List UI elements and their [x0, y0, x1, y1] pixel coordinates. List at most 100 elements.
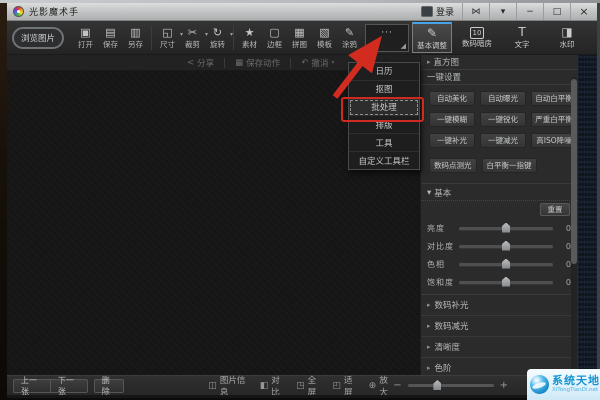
fit-screen-button[interactable]: ◰ 适屏 [332, 374, 357, 398]
edit-square-icon: ✎ [426, 25, 438, 40]
previous-image-button[interactable]: 上一张 [13, 376, 51, 396]
close-icon: × [579, 5, 589, 18]
collapsed-sections: ▸ 数码补光 ▸ 数码减光 ▸ 清晰度 ▸ 色阶 ▸ 曲线 [421, 294, 578, 375]
material-star-icon: ★ [244, 25, 255, 39]
login-button[interactable]: 登录 [413, 3, 462, 20]
section-clarity[interactable]: ▸ 清晰度 [421, 337, 578, 358]
menu-item-customize-toolbar[interactable]: 自定义工具栏 [349, 152, 419, 169]
toolbar-separator [233, 25, 234, 50]
text-t-icon: T [518, 25, 526, 39]
browse-pictures-button[interactable]: 浏览图片 [12, 26, 64, 49]
saturation-slider[interactable] [459, 276, 553, 287]
title-bar: 光影魔术手 登录 ⋈ ▾ − □ × [7, 3, 597, 21]
contrast-slider[interactable] [459, 240, 553, 251]
brightness-value: 0 [565, 223, 571, 233]
slider-thumb[interactable] [502, 258, 510, 269]
zoom-in-button[interactable]: ⊕ 放大 [369, 374, 393, 398]
oneclick-section-header[interactable]: 一键设置 [421, 70, 578, 85]
fullscreen-button[interactable]: ◳ 全屏 [296, 374, 321, 398]
auto-exposure-button[interactable]: 自动曝光 [480, 91, 526, 106]
chevron-down-icon: ▾ [427, 188, 432, 198]
save-icon: ▤ [105, 25, 116, 39]
close-button[interactable]: × [570, 3, 597, 20]
mode-tabs: ✎ 基本调整 10 数码暗房 T 文字 ◨ 水印 [412, 22, 593, 53]
maximize-icon: □ [552, 6, 562, 17]
oneclick-dimlight-button[interactable]: 一键减光 [480, 133, 526, 148]
toolbar-open-button[interactable]: ▣ 打开 [73, 23, 98, 53]
slider-thumb[interactable] [502, 240, 510, 251]
login-label: 登录 [435, 8, 454, 18]
crop-icon: ✂ [187, 25, 198, 39]
next-image-button[interactable]: 下一张 [49, 376, 88, 396]
saturation-label: 饱和度 [427, 277, 454, 287]
app-window: 光影魔术手 登录 ⋈ ▾ − □ × 浏览图片 ▣ 打开 ▤ 保存 ▥ 另存 ◱… [7, 3, 597, 398]
bottom-bar: 上一张 下一张 删除 ◫ 图片信息 ◧ 对比 ◳ 全屏 ◰ 适屏 ⊕ 放大 − … [7, 374, 578, 398]
toolbar-crop-button[interactable]: ✂ 裁剪 ▾ [180, 23, 208, 53]
site-watermark: 系统天地 XiTongTianDi.net [527, 369, 600, 400]
panel-scrollbar[interactable] [571, 77, 577, 373]
avatar [420, 6, 433, 17]
spot-metering-button[interactable]: 数码点测光 [429, 158, 477, 173]
zoom-slider-thumb[interactable] [433, 380, 442, 390]
toolbar-rotate-button[interactable]: ↻ 旋转 ▾ [205, 23, 233, 53]
share-icon: < [187, 57, 195, 68]
scrollbar-thumb[interactable] [571, 79, 577, 264]
tab-watermark[interactable]: ◨ 水印 [547, 22, 587, 53]
menu-dropdown-button[interactable]: ▾ [489, 3, 516, 20]
share-button[interactable]: < 分享 [187, 57, 214, 69]
zoom-slider[interactable] [407, 380, 494, 390]
minimize-button[interactable]: − [516, 3, 543, 20]
screen: 光影魔术手 登录 ⋈ ▾ − □ × 浏览图片 ▣ 打开 ▤ 保存 ▥ 另存 ◱… [0, 0, 600, 400]
oneclick-filllight-button[interactable]: 一键补光 [429, 133, 475, 148]
section-digital-dimlight[interactable]: ▸ 数码减光 [421, 316, 578, 337]
slider-thumb[interactable] [502, 276, 510, 287]
oneclick-blur-button[interactable]: 一键模糊 [429, 112, 475, 127]
toolbar-save-button[interactable]: ▤ 保存 [98, 23, 123, 53]
zoom-out-icon[interactable]: − [393, 380, 401, 391]
window-bottom-edge [7, 395, 597, 398]
saturation-value: 0 [565, 277, 571, 287]
brightness-slider-row: 亮度 0 [421, 219, 578, 237]
tab-text-label: 文字 [514, 40, 530, 49]
auto-beautify-button[interactable]: 自动美化 [429, 91, 475, 106]
watermark-subtitle: XiTongTianDi.net [552, 387, 599, 394]
save-action-button[interactable]: ▦ 保存动作 [235, 57, 280, 69]
menu-item-tools[interactable]: 工具 [349, 134, 419, 153]
basic-label: 基本 [434, 189, 452, 199]
toolbar-collage-button[interactable]: ▦ 拼图 [287, 23, 312, 53]
toolbar-saveas-button[interactable]: ▥ 另存 [123, 23, 148, 53]
watermark-title: 系统天地 [552, 374, 600, 388]
tab-digital-darkroom[interactable]: 10 数码暗房 [457, 22, 497, 53]
whitebalance-onetouch-button[interactable]: 白平衡一指键 [481, 158, 537, 173]
histogram-section-header[interactable]: ▸ 直方图 [421, 55, 578, 70]
frame-label: 边框 [267, 39, 282, 49]
hue-slider[interactable] [459, 258, 553, 269]
corner-triangle-icon: ◢ [400, 41, 406, 50]
toolbar-resize-button[interactable]: ◱ 尺寸 ▾ [155, 23, 183, 53]
collage-label: 拼图 [292, 39, 307, 49]
chevron-right-icon: ▸ [427, 364, 431, 372]
oneclick-sharpen-button[interactable]: 一键锐化 [480, 112, 526, 127]
skin-icon: ⋈ [471, 6, 481, 17]
image-info-button[interactable]: ◫ 图片信息 [208, 374, 248, 398]
toolbar-frame-button[interactable]: ▢ 边框 [262, 23, 287, 53]
reset-button[interactable]: 重置 [540, 203, 570, 216]
brightness-slider[interactable] [459, 222, 553, 233]
zoom-in-icon[interactable]: + [500, 380, 508, 391]
view-tools: ◫ 图片信息 ◧ 对比 ◳ 全屏 ◰ 适屏 ⊕ 放大 [208, 374, 393, 398]
maximize-button[interactable]: □ [543, 3, 570, 20]
delete-button[interactable]: 删除 [93, 376, 125, 396]
compare-label: 对比 [271, 375, 280, 398]
slider-thumb[interactable] [502, 222, 510, 233]
tab-basic-adjust[interactable]: ✎ 基本调整 [412, 22, 452, 53]
compare-button[interactable]: ◧ 对比 [260, 374, 285, 398]
basic-section-header[interactable]: ▾ 基本 [421, 186, 578, 201]
skin-button[interactable]: ⋈ [462, 3, 489, 20]
hue-value: 0 [565, 259, 571, 269]
tab-text[interactable]: T 文字 [502, 22, 542, 53]
chevron-right-icon: ▸ [427, 301, 431, 309]
section-digital-filllight[interactable]: ▸ 数码补光 [421, 295, 578, 316]
chevron-down-icon[interactable]: ▾ [230, 31, 233, 38]
fullscreen-icon: ◳ [296, 380, 305, 391]
toolbar-material-button[interactable]: ★ 素材 [237, 23, 262, 53]
